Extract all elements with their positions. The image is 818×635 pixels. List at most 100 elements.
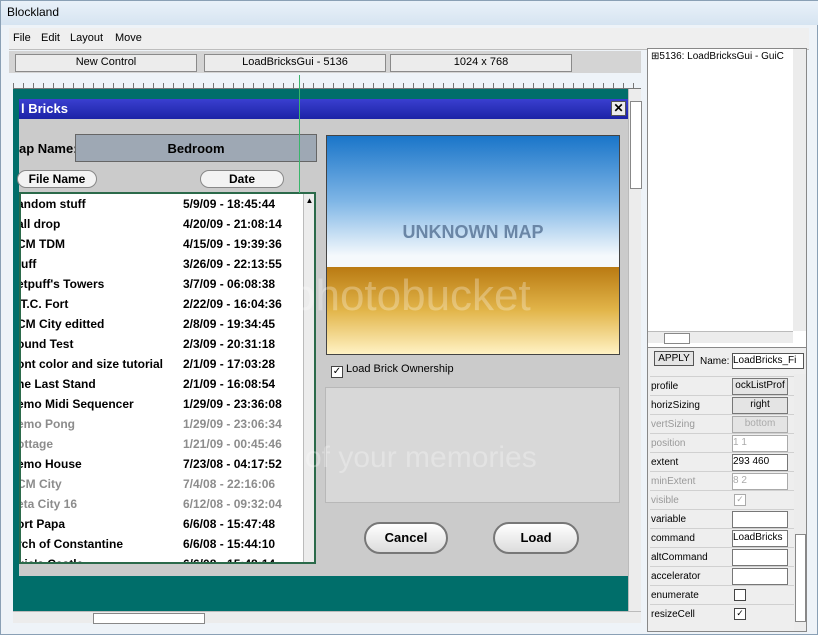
dialog-title-bar[interactable]: l Bricks ✕ xyxy=(19,99,628,119)
property-value-field[interactable] xyxy=(732,511,788,528)
horizontal-ruler xyxy=(13,75,641,89)
watermark-tagline: of your memories xyxy=(305,441,537,474)
property-checkbox[interactable] xyxy=(734,589,746,601)
file-list-row[interactable]: andom stuff 5/9/09 - 18:45:44 xyxy=(21,194,306,214)
property-row-profile: profile ockListProf xyxy=(650,376,795,396)
cancel-button[interactable]: Cancel xyxy=(364,522,448,554)
app-window: Blockland File Edit Layout Move New Cont… xyxy=(0,0,818,635)
property-value-field[interactable]: 1 1 xyxy=(732,435,788,452)
property-row-command: command LoadBricks xyxy=(650,528,795,548)
property-label: command xyxy=(651,533,695,544)
file-date-cell: 3/26/09 - 22:13:55 xyxy=(183,257,282,271)
file-name-cell: gic's Castle xyxy=(19,557,84,564)
property-row-extent: extent 293 460 xyxy=(650,452,795,472)
load-bricks-dialog: ap Name: Bedroom File Name Date andom st… xyxy=(17,119,628,576)
property-row-resizecell: resizeCell ✓ xyxy=(650,604,795,624)
load-ownership-checkbox[interactable]: ✓ Load Brick Ownership xyxy=(331,363,454,378)
property-checkbox[interactable]: ✓ xyxy=(734,494,746,506)
file-list-row[interactable]: CM City 7/4/08 - 22:16:06 xyxy=(21,474,306,494)
new-control-button[interactable]: New Control xyxy=(15,54,197,72)
file-list-row[interactable]: ort Papa 6/6/08 - 15:47:48 xyxy=(21,514,306,534)
file-list-scrollbar[interactable]: ▲ xyxy=(303,194,314,562)
property-value-field[interactable]: 293 460 xyxy=(732,454,788,471)
property-label: visible xyxy=(651,495,679,506)
gui-selector-button[interactable]: LoadBricksGui - 5136 xyxy=(204,54,386,72)
scroll-thumb[interactable] xyxy=(630,101,642,189)
file-date-cell: 2/1/09 - 16:08:54 xyxy=(183,377,276,391)
file-list-row[interactable]: emo Pong 1/29/09 - 23:06:34 xyxy=(21,414,306,434)
close-icon[interactable]: ✕ xyxy=(611,101,626,116)
property-row-variable: variable xyxy=(650,509,795,529)
file-list-row[interactable]: ound Test 2/3/09 - 20:31:18 xyxy=(21,334,306,354)
file-list-row[interactable]: CM TDM 4/15/09 - 19:39:36 xyxy=(21,234,306,254)
file-list-row[interactable]: he Last Stand 2/1/09 - 16:08:54 xyxy=(21,374,306,394)
editor-toolbar: New Control LoadBricksGui - 5136 1024 x … xyxy=(9,51,641,73)
resolution-button[interactable]: 1024 x 768 xyxy=(390,54,572,72)
file-date-cell: 1/21/09 - 00:45:46 xyxy=(183,437,282,451)
file-list-row[interactable]: CM City editted 2/8/09 - 19:34:45 xyxy=(21,314,306,334)
file-list-row[interactable]: ont color and size tutorial 2/1/09 - 17:0… xyxy=(21,354,306,374)
tree-vertical-scrollbar[interactable] xyxy=(793,49,806,331)
file-name-cell: emo Pong xyxy=(19,417,76,431)
property-value-field[interactable]: LoadBricks xyxy=(732,530,788,547)
file-list-row[interactable]: rch of Constantine 6/6/08 - 15:44:10 xyxy=(21,534,306,554)
scroll-thumb[interactable] xyxy=(664,333,690,344)
file-name-cell: emo House xyxy=(19,457,82,471)
file-list-row[interactable]: emo Midi Sequencer 1/29/09 - 23:36:08 xyxy=(21,394,306,414)
tree-horizontal-scrollbar[interactable] xyxy=(648,331,793,344)
property-value-field[interactable]: bottom xyxy=(732,416,788,433)
control-tree-panel: ⊞5136: LoadBricksGui - GuiC xyxy=(647,48,807,348)
scroll-thumb[interactable] xyxy=(795,534,806,622)
file-date-cell: 2/1/09 - 17:03:28 xyxy=(183,357,276,371)
property-checkbox[interactable]: ✓ xyxy=(734,608,746,620)
scroll-up-icon[interactable]: ▲ xyxy=(305,197,314,205)
file-list-row[interactable]: all drop 4/20/09 - 21:08:14 xyxy=(21,214,306,234)
menu-move[interactable]: Move xyxy=(115,32,142,44)
file-name-cell: CM City xyxy=(19,477,62,491)
property-value-field[interactable]: right xyxy=(732,397,788,414)
apply-button[interactable]: APPLY xyxy=(654,351,694,366)
name-input[interactable]: LoadBricks_Fi xyxy=(732,353,804,369)
file-date-cell: 5/9/09 - 18:45:44 xyxy=(183,197,276,211)
tree-item-loadbricksgui[interactable]: ⊞5136: LoadBricksGui - GuiC xyxy=(651,51,784,62)
file-name-cell: .T.C. Fort xyxy=(19,297,69,311)
scroll-thumb[interactable] xyxy=(93,613,205,624)
menu-edit[interactable]: Edit xyxy=(41,32,60,44)
file-list-row[interactable]: gic's Castle 6/6/08 - 15:48:14 xyxy=(19,554,306,564)
file-list-row[interactable]: emo House 7/23/08 - 04:17:52 xyxy=(21,454,306,474)
map-name-label: ap Name: xyxy=(19,141,78,156)
file-date-cell: 6/6/08 - 15:44:10 xyxy=(183,537,276,551)
file-list-row[interactable]: etpuff's Towers 3/7/09 - 06:08:38 xyxy=(21,274,306,294)
file-list-row[interactable]: eta City 16 6/12/08 - 09:32:04 xyxy=(21,494,306,514)
file-date-cell: 3/7/09 - 06:08:38 xyxy=(183,277,276,291)
canvas-horizontal-scrollbar[interactable] xyxy=(13,611,641,624)
file-name-sort-button[interactable]: File Name xyxy=(17,170,97,188)
alignment-guide xyxy=(299,75,300,193)
property-inspector: APPLY Name: LoadBricks_Fi profile ockList… xyxy=(647,347,807,632)
file-name-cell: all drop xyxy=(19,217,61,231)
file-name-cell: ottage xyxy=(19,437,53,451)
file-name-cell: andom stuff xyxy=(19,197,86,211)
file-date-cell: 1/29/09 - 23:36:08 xyxy=(183,397,282,411)
menu-file[interactable]: File xyxy=(13,32,31,44)
file-list-row[interactable]: .T.C. Fort 2/22/09 - 16:04:36 xyxy=(21,294,306,314)
load-ownership-label: Load Brick Ownership xyxy=(346,363,454,375)
date-sort-button[interactable]: Date xyxy=(200,170,284,188)
load-button[interactable]: Load xyxy=(493,522,579,554)
property-value-field[interactable] xyxy=(732,568,788,585)
property-label: horizSizing xyxy=(651,400,700,411)
file-list-row[interactable]: ottage 1/21/09 - 00:45:46 xyxy=(21,434,306,454)
inspector-scrollbar[interactable] xyxy=(794,374,806,631)
checkbox-check-icon[interactable]: ✓ xyxy=(331,366,343,378)
menu-layout[interactable]: Layout xyxy=(70,32,103,44)
property-value-field[interactable]: 8 2 xyxy=(732,473,788,490)
file-date-cell: 4/20/09 - 21:08:14 xyxy=(183,217,282,231)
property-label: resizeCell xyxy=(651,609,695,620)
file-list-row[interactable]: tuff 3/26/09 - 22:13:55 xyxy=(21,254,306,274)
file-date-cell: 2/3/09 - 20:31:18 xyxy=(183,337,276,351)
property-row-minextent: minExtent 8 2 xyxy=(650,471,795,491)
file-list[interactable]: andom stuff 5/9/09 - 18:45:44 all drop 4/20… xyxy=(19,192,316,564)
canvas-vertical-scrollbar[interactable] xyxy=(628,89,642,611)
property-value-field[interactable]: ockListProf xyxy=(732,378,788,395)
property-value-field[interactable] xyxy=(732,549,788,566)
